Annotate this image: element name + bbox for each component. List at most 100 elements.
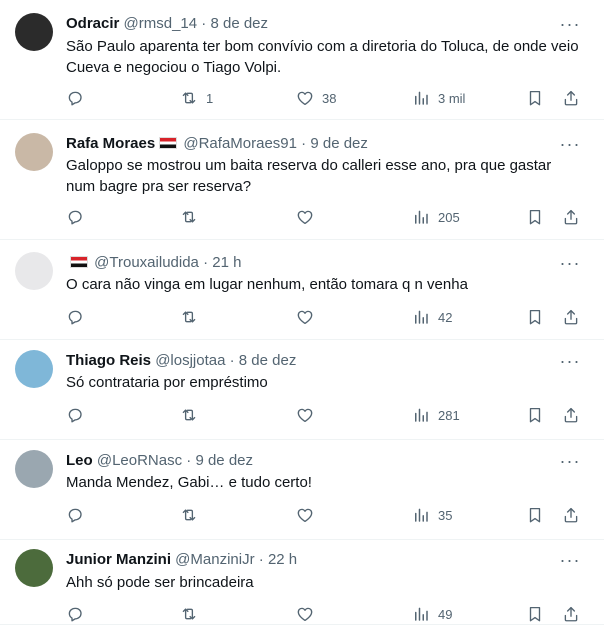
bookmark-icon: [526, 606, 544, 622]
reply-button[interactable]: [66, 89, 92, 109]
retweet-button[interactable]: [180, 308, 206, 328]
retweets-count: 1: [206, 91, 214, 106]
author-name[interactable]: Junior Manzini: [66, 551, 171, 568]
share-icon: [562, 407, 580, 423]
retweet-button[interactable]: 1: [180, 89, 213, 109]
retweet-button[interactable]: [180, 406, 206, 426]
reply-button[interactable]: [66, 406, 92, 426]
timestamp[interactable]: 8 de dez: [239, 352, 297, 369]
like-button[interactable]: 38: [296, 89, 336, 109]
bookmark-icon: [526, 407, 544, 423]
tweet[interactable]: Rafa Moraes @RafaMoraes91 · 9 de dez ··· G…: [0, 120, 604, 240]
author-handle[interactable]: @Trouxailudida: [94, 254, 199, 271]
reply-icon: [66, 508, 84, 523]
bookmark-button[interactable]: [526, 89, 544, 109]
tweet-text: Galoppo se mostrou um baita reserva do c…: [66, 157, 552, 195]
views-button[interactable]: 3 mil: [412, 89, 465, 109]
more-icon[interactable]: ···: [558, 15, 582, 37]
reply-icon: [66, 210, 84, 225]
avatar[interactable]: [15, 13, 53, 51]
timestamp[interactable]: 9 de dez: [195, 452, 253, 469]
author-handle[interactable]: @rmsd_14: [124, 15, 198, 32]
author-handle[interactable]: @RafaMoraes91: [183, 135, 297, 152]
share-button[interactable]: [562, 506, 580, 526]
like-button[interactable]: [296, 406, 322, 426]
bookmark-icon: [526, 309, 544, 325]
action-bar: 42: [0, 308, 604, 328]
share-button[interactable]: [562, 308, 580, 328]
share-button[interactable]: [562, 208, 580, 228]
views-button[interactable]: 35: [412, 506, 452, 526]
avatar[interactable]: [15, 450, 53, 488]
more-icon[interactable]: ···: [558, 551, 582, 573]
share-button[interactable]: [562, 605, 580, 625]
tweet[interactable]: Leo @LeoRNasc · 9 de dez ··· Manda Mendez,…: [0, 440, 604, 540]
author-name[interactable]: Odracir: [66, 15, 119, 32]
views-count: 3 mil: [438, 91, 466, 106]
reply-icon: [66, 408, 84, 423]
timestamp[interactable]: 8 de dez: [210, 15, 268, 32]
timestamp[interactable]: 9 de dez: [310, 135, 368, 152]
retweet-icon: [180, 607, 198, 622]
bookmark-button[interactable]: [526, 605, 544, 625]
avatar[interactable]: [15, 133, 53, 171]
author-name[interactable]: Thiago Reis: [66, 352, 151, 369]
retweet-button[interactable]: [180, 208, 206, 228]
reply-button[interactable]: [66, 208, 92, 228]
heart-icon: [296, 210, 314, 225]
reply-button[interactable]: [66, 308, 92, 328]
reply-button[interactable]: [66, 506, 92, 526]
reply-button[interactable]: [66, 605, 92, 625]
tweet-text: São Paulo aparenta ter bom convívio com …: [66, 38, 579, 76]
replies-feed: Odracir @rmsd_14 · 8 de dez ··· São Paulo …: [0, 0, 604, 625]
like-button[interactable]: [296, 208, 322, 228]
bookmark-button[interactable]: [526, 208, 544, 228]
action-bar: 1 38 3 mil: [0, 89, 604, 109]
author-handle[interactable]: @LeoRNasc: [97, 452, 182, 469]
tweet-header: Leo @LeoRNasc · 9 de dez: [66, 452, 564, 470]
bookmark-button[interactable]: [526, 308, 544, 328]
author-handle[interactable]: @ManziniJr: [175, 551, 254, 568]
views-button[interactable]: 49: [412, 605, 452, 625]
views-count: 35: [438, 508, 453, 523]
author-name[interactable]: Leo: [66, 452, 93, 469]
avatar[interactable]: [15, 549, 53, 587]
tweet-header: Junior Manzini @ManziniJr · 22 h: [66, 551, 564, 569]
tweet[interactable]: Thiago Reis @losjjotaa · 8 de dez ··· Só c…: [0, 340, 604, 440]
views-button[interactable]: 42: [412, 308, 452, 328]
separator-dot: ·: [229, 352, 235, 369]
tweet-header: Thiago Reis @losjjotaa · 8 de dez: [66, 352, 564, 370]
timestamp[interactable]: 21 h: [212, 254, 241, 271]
views-icon: [412, 607, 430, 622]
tweet[interactable]: @Trouxailudida · 21 h ··· O cara não vinga…: [0, 240, 604, 340]
like-button[interactable]: [296, 308, 322, 328]
separator-dot: ·: [201, 15, 207, 32]
timestamp[interactable]: 22 h: [268, 551, 297, 568]
retweet-button[interactable]: [180, 605, 206, 625]
avatar[interactable]: [15, 350, 53, 388]
views-icon: [412, 508, 430, 523]
tweet-text: O cara não vinga em lugar nenhum, então …: [66, 276, 468, 293]
share-button[interactable]: [562, 406, 580, 426]
author-handle[interactable]: @losjjotaa: [155, 352, 225, 369]
like-button[interactable]: [296, 605, 322, 625]
views-button[interactable]: 205: [412, 208, 460, 228]
views-icon: [412, 210, 430, 225]
share-button[interactable]: [562, 89, 580, 109]
views-button[interactable]: 281: [412, 406, 460, 426]
like-button[interactable]: [296, 506, 322, 526]
separator-dot: ·: [258, 551, 264, 568]
tweet[interactable]: Odracir @rmsd_14 · 8 de dez ··· São Paulo …: [0, 0, 604, 120]
bookmark-button[interactable]: [526, 406, 544, 426]
retweet-icon: [180, 408, 198, 423]
author-name[interactable]: Rafa Moraes: [66, 135, 155, 152]
views-count: 281: [438, 408, 460, 423]
avatar[interactable]: [15, 252, 53, 290]
separator-dot: ·: [301, 135, 307, 152]
tweet[interactable]: Junior Manzini @ManziniJr · 22 h ··· Ahh s…: [0, 540, 604, 625]
retweet-button[interactable]: [180, 506, 206, 526]
heart-icon: [296, 408, 314, 423]
views-icon: [412, 91, 430, 106]
bookmark-button[interactable]: [526, 506, 544, 526]
heart-icon: [296, 310, 314, 325]
